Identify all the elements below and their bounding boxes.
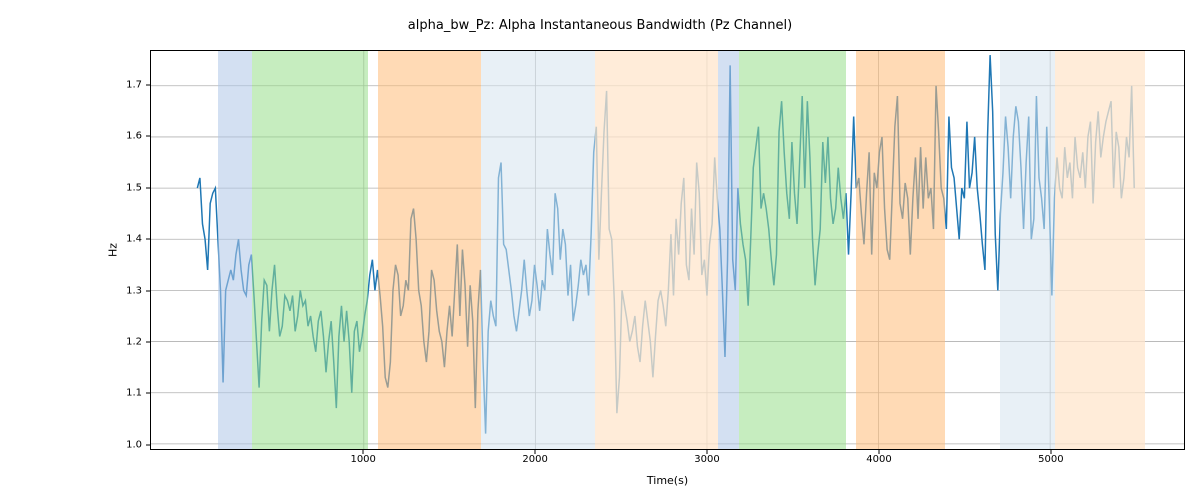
segment-band bbox=[481, 51, 594, 449]
x-axis-label: Time(s) bbox=[647, 474, 688, 487]
y-axis-label: Hz bbox=[107, 243, 120, 257]
y-tick-label: 1.1 bbox=[126, 388, 142, 399]
segment-band bbox=[1000, 51, 1055, 449]
segment-band bbox=[378, 51, 481, 449]
chart-title: alpha_bw_Pz: Alpha Instantaneous Bandwid… bbox=[0, 18, 1200, 33]
segment-band bbox=[595, 51, 719, 449]
axes: 10002000300040005000 1.01.11.21.31.41.51… bbox=[150, 50, 1185, 450]
segment-band bbox=[218, 51, 252, 449]
y-tick-label: 1.2 bbox=[126, 337, 142, 348]
y-tick-label: 1.5 bbox=[126, 182, 142, 193]
segment-band bbox=[1055, 51, 1144, 449]
y-tick-label: 1.4 bbox=[126, 234, 142, 245]
plot-area bbox=[150, 50, 1185, 450]
x-tick-label: 4000 bbox=[866, 454, 891, 465]
segment-band bbox=[718, 51, 739, 449]
y-tick-label: 1.6 bbox=[126, 131, 142, 142]
x-tick-label: 5000 bbox=[1038, 454, 1063, 465]
x-tick-label: 2000 bbox=[522, 454, 547, 465]
x-tick-label: 1000 bbox=[350, 454, 375, 465]
x-tick-label: 3000 bbox=[694, 454, 719, 465]
y-tick-label: 1.3 bbox=[126, 285, 142, 296]
segment-band bbox=[856, 51, 945, 449]
segment-band bbox=[252, 51, 367, 449]
y-tick-label: 1.7 bbox=[126, 79, 142, 90]
segment-band bbox=[739, 51, 846, 449]
y-tick-label: 1.0 bbox=[126, 439, 142, 450]
figure: alpha_bw_Pz: Alpha Instantaneous Bandwid… bbox=[0, 0, 1200, 500]
